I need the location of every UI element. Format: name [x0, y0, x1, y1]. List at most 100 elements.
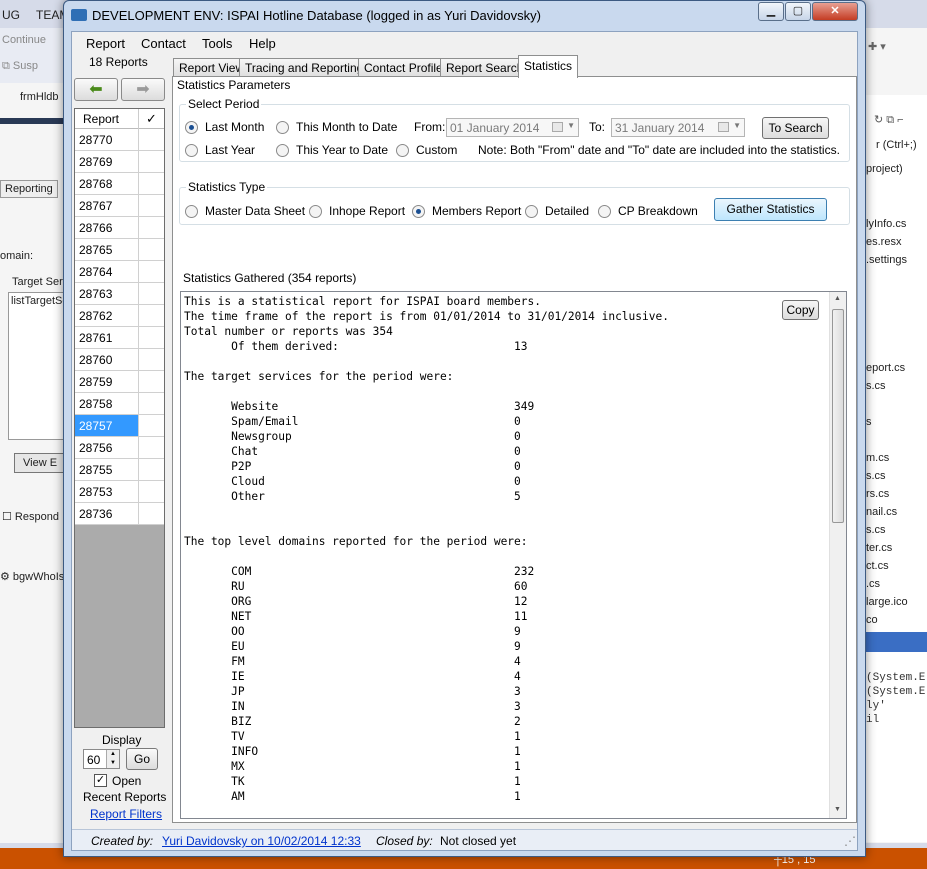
chevron-down-icon[interactable]: ▼	[567, 121, 575, 130]
menu-report[interactable]: Report	[86, 36, 125, 51]
ide-tab-reporting[interactable]: Reporting	[0, 180, 58, 198]
minimize-button[interactable]: ▁	[758, 2, 784, 21]
radio-last-year[interactable]	[185, 144, 198, 157]
ide-solution-item[interactable]: lyInfo.cs	[866, 218, 906, 230]
maximize-button[interactable]: ▢	[785, 2, 811, 21]
calendar-icon[interactable]	[718, 122, 729, 132]
report-id-cell[interactable]: 28760	[75, 349, 139, 370]
ide-solution-item[interactable]: nail.cs	[866, 506, 897, 518]
tab-contact-profile[interactable]: Contact Profile	[358, 58, 449, 77]
table-row[interactable]: 28756	[75, 437, 164, 459]
ide-solution-item[interactable]: co	[866, 614, 878, 626]
report-id-cell[interactable]: 28765	[75, 239, 139, 260]
cp-breakdown-label[interactable]: CP Breakdown	[618, 204, 698, 218]
report-scrollbar[interactable]: ▲ ▼	[829, 292, 846, 818]
last-month-label[interactable]: Last Month	[205, 120, 264, 134]
menu-tools[interactable]: Tools	[202, 36, 232, 51]
report-check-cell[interactable]	[139, 481, 164, 502]
table-row[interactable]: 28761	[75, 327, 164, 349]
this-year-label[interactable]: This Year to Date	[296, 143, 388, 157]
report-id-cell[interactable]: 28767	[75, 195, 139, 216]
report-check-cell[interactable]	[139, 217, 164, 238]
go-button[interactable]: Go	[126, 748, 158, 770]
table-row[interactable]: 28760	[75, 349, 164, 371]
members-report-label[interactable]: Members Report	[432, 204, 521, 218]
report-id-cell[interactable]: 28756	[75, 437, 139, 458]
table-row[interactable]: 28736	[75, 503, 164, 525]
close-button[interactable]: ✕	[812, 2, 858, 21]
report-check-cell[interactable]	[139, 415, 164, 436]
ide-solution-item[interactable]: ct.cs	[866, 560, 889, 572]
tab-statistics[interactable]: Statistics	[518, 55, 579, 78]
gather-statistics-button[interactable]: Gather Statistics	[714, 198, 827, 221]
ide-continue-button[interactable]: Continue	[2, 34, 46, 46]
from-date-picker[interactable]: 01 January 2014 ▼	[446, 118, 579, 137]
ide-solution-item[interactable]: rs.cs	[866, 488, 889, 500]
radio-detailed[interactable]	[525, 205, 538, 218]
report-check-cell[interactable]	[139, 261, 164, 282]
menu-contact[interactable]: Contact	[141, 36, 186, 51]
report-filters-link[interactable]: Report Filters	[90, 807, 162, 821]
ide-refresh-icon[interactable]: ↻ ⧉ ⌐	[874, 113, 904, 127]
title-bar[interactable]: DEVELOPMENT ENV: ISPAI Hotline Database …	[64, 1, 865, 31]
report-check-cell[interactable]	[139, 327, 164, 348]
last-year-label[interactable]: Last Year	[205, 143, 255, 157]
report-check-cell[interactable]	[139, 393, 164, 414]
report-id-cell[interactable]: 28761	[75, 327, 139, 348]
ide-solution-item[interactable]: eport.cs	[866, 362, 905, 374]
report-id-cell[interactable]: 28762	[75, 305, 139, 326]
radio-cp-breakdown[interactable]	[598, 205, 611, 218]
report-check-cell[interactable]	[139, 173, 164, 194]
ide-solution-item[interactable]: project)	[866, 163, 903, 175]
report-check-cell[interactable]	[139, 129, 164, 150]
report-check-cell[interactable]	[139, 503, 164, 524]
report-check-cell[interactable]	[139, 283, 164, 304]
col-header-report[interactable]: Report	[75, 109, 139, 129]
custom-label[interactable]: Custom	[416, 143, 457, 157]
report-id-cell[interactable]: 28759	[75, 371, 139, 392]
copy-button[interactable]: Copy	[782, 300, 819, 320]
tab-report-search[interactable]: Report Search	[440, 58, 530, 77]
ide-pin-icon[interactable]: ✚ ▾	[868, 40, 886, 53]
ide-solution-item[interactable]: m.cs	[866, 452, 889, 464]
ide-solution-item[interactable]: .settings	[866, 254, 907, 266]
ide-solution-item[interactable]: ter.cs	[866, 542, 892, 554]
ide-suspend-button[interactable]: ⧉ Susp	[2, 60, 38, 73]
stepper-arrows-icon[interactable]: ▲ ▼	[106, 750, 119, 768]
ide-file-tab[interactable]: frmHldb	[20, 91, 59, 103]
scroll-down-icon[interactable]: ▼	[834, 806, 841, 813]
menu-help[interactable]: Help	[249, 36, 276, 51]
display-count-stepper[interactable]: 60 ▲ ▼	[83, 749, 120, 769]
radio-this-year[interactable]	[276, 144, 289, 157]
scroll-thumb[interactable]	[832, 309, 844, 523]
report-id-cell[interactable]: 28758	[75, 393, 139, 414]
ide-respond-checkbox[interactable]: ☐ Respond	[2, 510, 59, 523]
report-id-cell[interactable]: 28769	[75, 151, 139, 172]
radio-last-month[interactable]	[185, 121, 198, 134]
ide-solution-item[interactable]: s.cs	[866, 380, 886, 392]
tab-tracing-reporting[interactable]: Tracing and Reporting	[239, 58, 370, 77]
ide-menu-debug[interactable]: UG	[2, 8, 20, 22]
report-check-cell[interactable]	[139, 437, 164, 458]
table-row[interactable]: 28767	[75, 195, 164, 217]
open-checkbox[interactable]: ✓	[94, 774, 107, 787]
calendar-icon[interactable]	[552, 122, 563, 132]
table-row[interactable]: 28753	[75, 481, 164, 503]
report-id-cell[interactable]: 28757	[75, 415, 139, 436]
this-month-label[interactable]: This Month to Date	[296, 120, 397, 134]
table-row[interactable]: 28759	[75, 371, 164, 393]
col-header-check[interactable]: ✓	[139, 109, 164, 129]
statistics-report-textbox[interactable]: This is a statistical report for ISPAI b…	[180, 291, 847, 819]
report-check-cell[interactable]	[139, 195, 164, 216]
ide-solution-item[interactable]: es.resx	[866, 236, 901, 248]
report-id-cell[interactable]: 28766	[75, 217, 139, 238]
report-check-cell[interactable]	[139, 371, 164, 392]
report-id-cell[interactable]: 28753	[75, 481, 139, 502]
master-data-sheet-label[interactable]: Master Data Sheet	[205, 204, 305, 218]
ide-solution-item[interactable]: s.cs	[866, 524, 886, 536]
ide-view-button[interactable]: View E	[14, 453, 67, 473]
to-search-button[interactable]: To Search	[762, 117, 829, 139]
radio-custom[interactable]	[396, 144, 409, 157]
report-check-cell[interactable]	[139, 349, 164, 370]
radio-master-data-sheet[interactable]	[185, 205, 198, 218]
